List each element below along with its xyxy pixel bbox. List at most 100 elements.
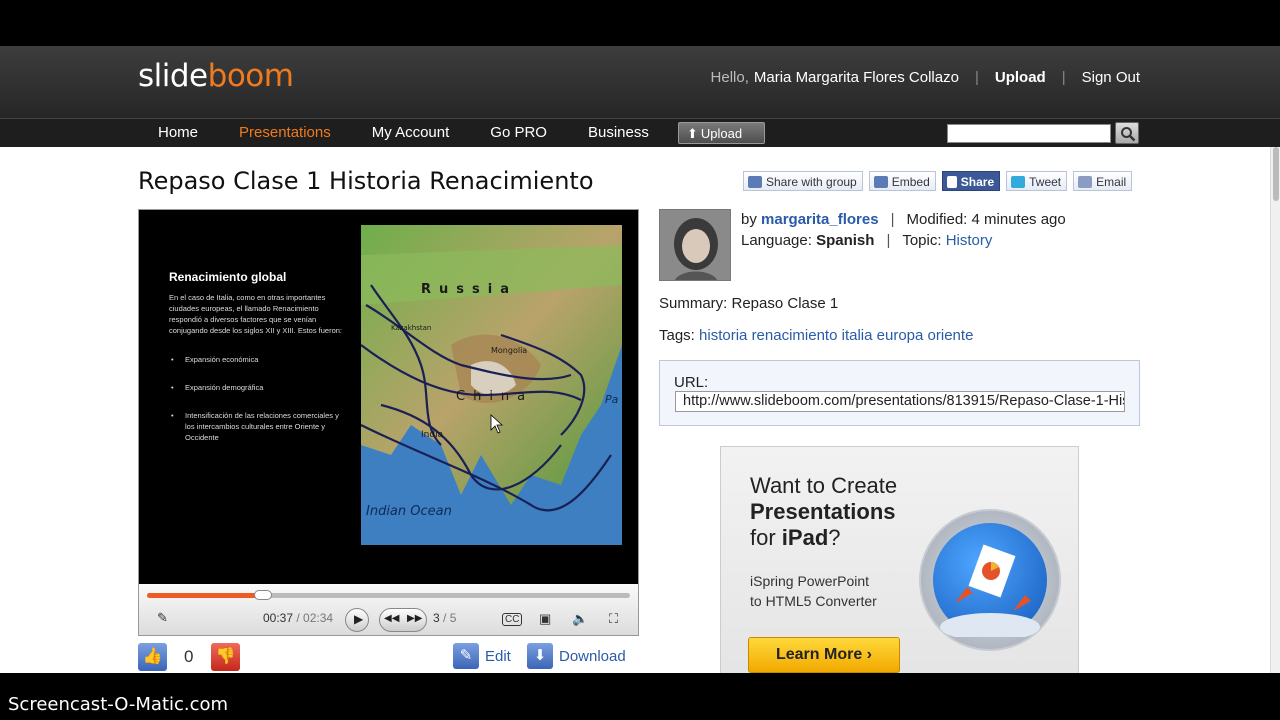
layout-icon[interactable]: ▣: [539, 611, 551, 627]
upload-arrow-icon: ⬆: [687, 126, 698, 141]
presentation-meta: by margarita_flores | Modified: 4 minutes …: [741, 209, 1066, 251]
ispring-ad[interactable]: Want to Create Presentations for iPad? i…: [720, 446, 1079, 673]
email-icon: [1078, 176, 1093, 188]
edit-icon: ✎: [453, 643, 479, 669]
ad-sub-2: to HTML5 Converter: [750, 593, 877, 609]
logo-boom-text: boom: [207, 58, 294, 94]
tag-link[interactable]: renacimiento: [752, 327, 838, 344]
summary: Summary: Repaso Clase 1: [659, 295, 839, 312]
tag-link[interactable]: italia: [842, 327, 873, 344]
user-links: Hello, Maria Margarita Flores Collazo | …: [711, 69, 1140, 86]
modified-text: Modified: 4 minutes ago: [906, 211, 1066, 228]
sign-out-link[interactable]: Sign Out: [1082, 69, 1140, 86]
share-with-group-button[interactable]: Share with group: [743, 171, 863, 191]
tweet-button[interactable]: Tweet: [1006, 171, 1068, 191]
download-button[interactable]: ⬇ Download: [527, 643, 626, 669]
scrollbar-thumb[interactable]: [1273, 147, 1279, 201]
ad-subtext: iSpring PowerPoint to HTML5 Converter: [750, 571, 877, 611]
progress-fill: [147, 593, 263, 598]
play-button[interactable]: ▶: [345, 608, 369, 632]
search-icon: [1121, 127, 1136, 142]
thumbs-down-icon: 👎: [215, 648, 236, 665]
map-label-indian-ocean: Indian Ocean: [366, 504, 452, 519]
previous-slide-icon[interactable]: ◀◀: [384, 613, 399, 624]
thumbs-up-icon: 👍: [142, 648, 163, 665]
ad-line-3-bold: iPad: [781, 525, 829, 550]
presentation-player[interactable]: Renacimiento global En el caso de Italia…: [138, 209, 639, 636]
url-label: URL:: [674, 374, 709, 391]
progress-knob[interactable]: [253, 590, 272, 600]
captions-icon[interactable]: CC: [502, 613, 523, 626]
nav-go-pro[interactable]: Go PRO: [490, 124, 547, 141]
page-scrollbar[interactable]: [1270, 147, 1280, 673]
separator: |: [1061, 69, 1066, 86]
url-field[interactable]: http://www.slideboom.com/presentations/8…: [675, 391, 1125, 412]
nav-home[interactable]: Home: [158, 124, 198, 141]
embed-button[interactable]: Embed: [868, 171, 936, 191]
asia-map-image: Russia Kazakhstan Mongolia China India I…: [361, 225, 622, 545]
email-label: Email: [1096, 175, 1127, 189]
slide-text: Renacimiento global En el caso de Italia…: [169, 270, 349, 460]
pencil-icon[interactable]: ✎: [157, 610, 168, 626]
search-input[interactable]: [947, 124, 1111, 143]
twitter-icon: [1011, 176, 1026, 188]
search-button[interactable]: [1115, 122, 1139, 144]
nav-my-account[interactable]: My Account: [372, 124, 450, 141]
fullscreen-icon[interactable]: ⛶: [609, 611, 618, 627]
map-label-kazakhstan: Kazakhstan: [391, 324, 431, 332]
nav-presentations[interactable]: Presentations: [239, 124, 331, 141]
topic-link[interactable]: History: [946, 232, 993, 249]
main-nav: Home Presentations My Account Go PRO Bus…: [0, 118, 1280, 147]
nav-upload-button[interactable]: ⬆ Upload: [678, 122, 765, 144]
slide-bullets: Expansión económica Expansión demográfic…: [169, 354, 349, 443]
volume-icon[interactable]: 🔈: [572, 611, 588, 627]
group-icon: [748, 176, 762, 188]
player-controls: ✎ 00:37 / 02:34 ▶ ◀◀ ▶▶ 3 / 5 CC ▣ 🔈 ⛶: [139, 584, 638, 635]
screencast-watermark: Screencast-O-Matic.com: [8, 694, 229, 715]
download-label: Download: [559, 647, 626, 665]
slide-nav-buttons: ◀◀ ▶▶: [379, 608, 427, 632]
tags-label: Tags:: [659, 327, 695, 344]
map-label-pacific: Pa: [605, 393, 619, 406]
progress-bar[interactable]: [147, 590, 630, 600]
language-label: Language:: [741, 232, 812, 249]
topic-label: Topic:: [902, 232, 942, 249]
learn-more-button[interactable]: Learn More ›: [748, 637, 900, 673]
meta-line-1: by margarita_flores | Modified: 4 minutes …: [741, 211, 1066, 228]
map-label-mongolia: Mongolia: [491, 346, 527, 355]
dislike-button[interactable]: 👎: [211, 643, 240, 671]
like-count: 0: [184, 647, 194, 666]
header-upload-link[interactable]: Upload: [995, 69, 1046, 86]
facebook-icon: [946, 176, 957, 188]
tag-link[interactable]: europa: [877, 327, 924, 344]
nav-business[interactable]: Business: [588, 124, 649, 141]
time-display: 00:37 / 02:34: [263, 611, 334, 625]
like-button[interactable]: 👍: [138, 643, 167, 671]
tweet-label: Tweet: [1029, 175, 1062, 189]
edit-button[interactable]: ✎ Edit: [453, 643, 511, 669]
slide-heading: Renacimiento global: [169, 270, 287, 284]
map-label-russia: Russia: [421, 282, 517, 297]
author-link[interactable]: margarita_flores: [761, 211, 879, 228]
meta-line-2: Language: Spanish | Topic: History: [741, 232, 993, 249]
page-title: Repaso Clase 1 Historia Renacimiento: [138, 167, 594, 195]
tags: Tags: historia renacimiento italia europ…: [659, 327, 973, 344]
email-button[interactable]: Email: [1073, 171, 1133, 191]
separator: |: [974, 69, 979, 86]
page-content: Repaso Clase 1 Historia Renacimiento Sha…: [0, 147, 1270, 673]
ad-headline: Want to Create Presentations for iPad?: [750, 473, 897, 551]
tag-link[interactable]: oriente: [928, 327, 974, 344]
tag-link[interactable]: historia: [699, 327, 747, 344]
url-box: URL: http://www.slideboom.com/presentati…: [659, 360, 1140, 426]
ad-line-3-pre: for: [750, 525, 782, 550]
current-slide: 3: [433, 611, 440, 625]
ad-sub-1: iSpring PowerPoint: [750, 573, 870, 589]
user-name-link[interactable]: Maria Margarita Flores Collazo: [754, 69, 959, 86]
next-slide-icon[interactable]: ▶▶: [407, 613, 422, 624]
map-label-china: China: [456, 389, 533, 404]
author-avatar[interactable]: [659, 209, 731, 281]
slideboom-logo[interactable]: slideboom: [138, 58, 294, 94]
facebook-share-button[interactable]: Share: [941, 171, 1001, 191]
total-time: 02:34: [303, 611, 334, 625]
hello-text: Hello,: [710, 69, 749, 86]
